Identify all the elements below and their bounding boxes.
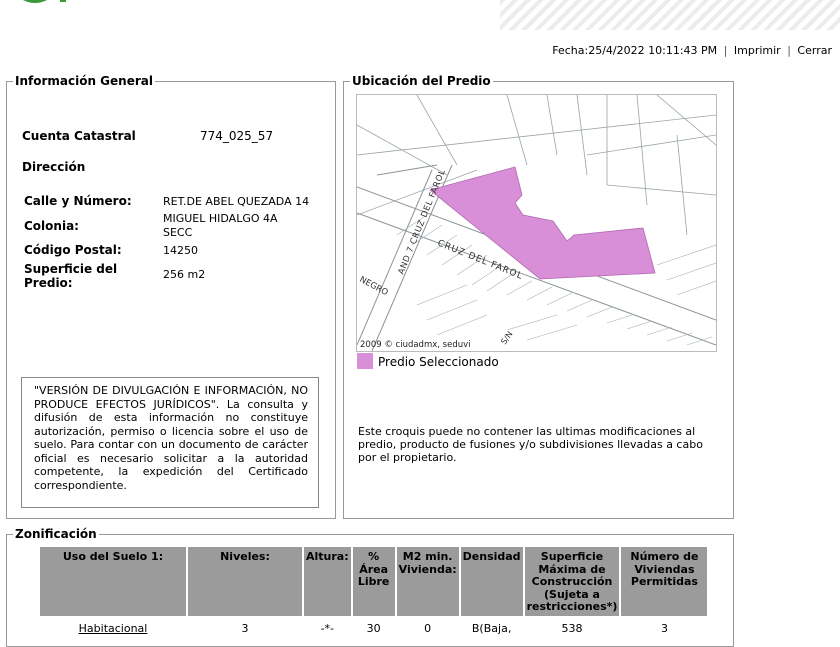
uso-suelo-link[interactable]: Habitacional bbox=[79, 622, 148, 635]
table-header-row: Uso del Suelo 1: Niveles: Altura: % Área… bbox=[40, 547, 708, 616]
cp-label: Código Postal: bbox=[24, 243, 122, 257]
zonificacion-legend: Zonificación bbox=[15, 527, 97, 541]
col-m2-vivienda: M2 min. Vivienda: bbox=[396, 547, 459, 616]
predio-legend-label: Predio Seleccionado bbox=[378, 355, 499, 369]
location-map[interactable]: AND 7 CRUZ DEL FAROL CRUZ DEL FAROL NEGR… bbox=[356, 94, 717, 352]
colonia-value: MIGUEL HIDALGO 4A bbox=[163, 212, 278, 225]
colonia-value-line2: SECC bbox=[163, 226, 193, 239]
cell-numero-viviendas: 3 bbox=[660, 621, 668, 635]
direccion-label: Dirección bbox=[22, 160, 86, 174]
colonia-label: Colonia: bbox=[24, 219, 79, 233]
col-superficie-maxima: Superficie Máxima de Construcción (Sujet… bbox=[524, 547, 620, 616]
map-note: Este croquis puede no contener las ultim… bbox=[358, 425, 703, 464]
col-uso-suelo: Uso del Suelo 1: bbox=[40, 547, 186, 616]
superficie-label-line2: Predio: bbox=[24, 276, 73, 290]
separator: | bbox=[787, 44, 791, 57]
cell-altura: -*- bbox=[320, 621, 335, 635]
fecha-text: Fecha:25/4/2022 10:11:43 PM bbox=[552, 44, 718, 57]
col-niveles: Niveles: bbox=[188, 547, 302, 616]
col-numero-viviendas: Número de Viviendas Permitidas bbox=[621, 547, 708, 616]
disclaimer-box: "VERSIÓN DE DIVULGACIÓN E INFORMACIÓN, N… bbox=[21, 377, 319, 508]
superficie-label: Superficie del bbox=[24, 262, 118, 276]
map-street-label: AND 7 CRUZ DEL FAROL bbox=[397, 168, 448, 276]
cp-value: 14250 bbox=[163, 244, 198, 257]
map-street-label: S/N bbox=[499, 330, 514, 346]
cell-m2-vivienda: 0 bbox=[424, 621, 432, 635]
cell-densidad: B(Baja, bbox=[471, 621, 512, 635]
predio-swatch bbox=[357, 353, 373, 369]
logo-icon bbox=[22, 0, 66, 3]
calle-value: RET.DE ABEL QUEZADA 14 bbox=[163, 195, 310, 208]
close-link[interactable]: Cerrar bbox=[797, 44, 832, 57]
cell-uso-suelo[interactable]: Habitacional bbox=[40, 618, 186, 639]
cell-niveles: 3 bbox=[241, 621, 249, 635]
calle-label: Calle y Número: bbox=[24, 194, 132, 208]
predio-polygon[interactable] bbox=[429, 166, 656, 280]
superficie-value: 256 m2 bbox=[163, 268, 206, 281]
top-banner bbox=[0, 0, 840, 32]
cuenta-label: Cuenta Catastral bbox=[22, 129, 136, 143]
col-area-libre: % Área Libre bbox=[352, 547, 395, 616]
col-densidad: Densidad bbox=[460, 547, 523, 616]
separator: | bbox=[723, 44, 728, 57]
cell-area-libre: 30 bbox=[366, 621, 381, 635]
map-drawing: AND 7 CRUZ DEL FAROL CRUZ DEL FAROL NEGR… bbox=[357, 95, 716, 351]
zonificacion-table: Uso del Suelo 1: Niveles: Altura: % Área… bbox=[38, 545, 709, 641]
cell-superficie-maxima: 538 bbox=[561, 621, 583, 635]
col-altura: Altura: bbox=[304, 547, 351, 616]
general-info-legend: Información General bbox=[15, 74, 153, 88]
map-street-label: NEGRO bbox=[358, 275, 390, 298]
cuenta-value: 774_025_57 bbox=[200, 129, 274, 143]
header-meta: Fecha:25/4/2022 10:11:43 PM | Imprimir |… bbox=[552, 44, 832, 57]
header-pattern bbox=[500, 0, 840, 30]
print-link[interactable]: Imprimir bbox=[734, 44, 781, 57]
location-legend: Ubicación del Predio bbox=[352, 74, 491, 88]
map-credit: 2009 © ciudadmx, seduvi bbox=[360, 340, 471, 350]
table-row: Habitacional 3 -*- 30 0 B(Baja, 538 3 bbox=[40, 618, 707, 639]
